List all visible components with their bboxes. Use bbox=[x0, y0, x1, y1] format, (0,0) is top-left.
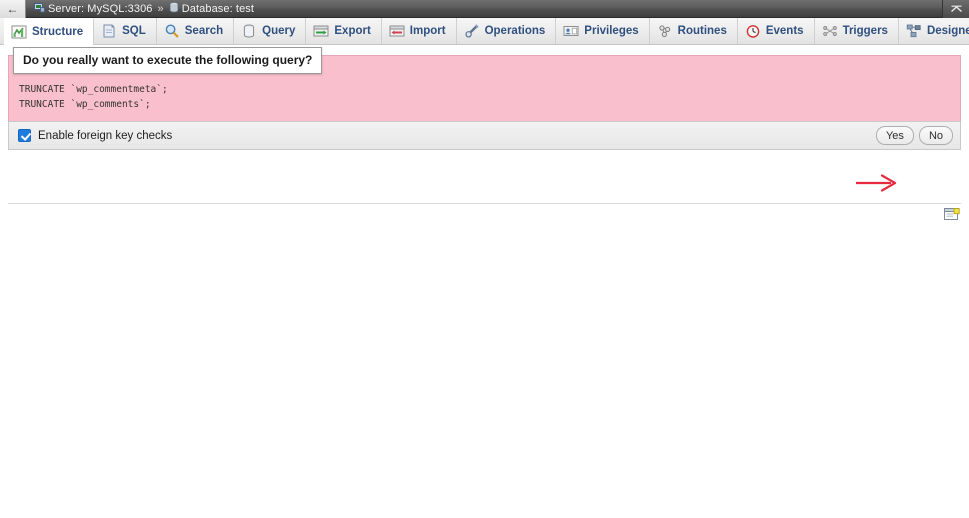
breadcrumb-separator: » bbox=[157, 2, 164, 15]
database-label: Database: test bbox=[181, 2, 255, 15]
tab-label: Triggers bbox=[842, 25, 888, 37]
foreign-key-checks-control[interactable]: Enable foreign key checks bbox=[18, 129, 172, 142]
window-titlebar: ← Server: MySQL:3306 » Database: test bbox=[0, 0, 969, 18]
tab-export[interactable]: Export bbox=[306, 18, 382, 44]
tab-label: Export bbox=[334, 25, 371, 37]
query-icon bbox=[241, 23, 257, 39]
privileges-icon bbox=[563, 23, 579, 39]
designer-icon bbox=[906, 23, 922, 39]
tab-sql[interactable]: SQL bbox=[94, 18, 157, 44]
tab-label: Privileges bbox=[584, 25, 639, 37]
sql-line: TRUNCATE `wp_commentmeta`; bbox=[19, 84, 168, 95]
annotation-arrow-icon bbox=[855, 173, 899, 193]
search-icon bbox=[164, 23, 180, 39]
foreign-key-checks-checkbox[interactable] bbox=[18, 129, 31, 142]
triggers-icon bbox=[822, 23, 838, 39]
confirm-action-bar: Enable foreign key checks Yes No bbox=[8, 121, 961, 150]
server-icon bbox=[34, 2, 45, 16]
structure-icon bbox=[11, 24, 27, 40]
console-window-icon[interactable] bbox=[944, 208, 960, 222]
sql-icon bbox=[101, 23, 117, 39]
confirm-question-text: Do you really want to execute the follow… bbox=[13, 47, 323, 74]
tab-events[interactable]: Events bbox=[738, 18, 815, 44]
tab-label: Query bbox=[262, 25, 296, 37]
no-button[interactable]: No bbox=[918, 126, 953, 145]
tab-label: Routines bbox=[677, 25, 727, 37]
back-arrow-icon[interactable]: ← bbox=[0, 0, 26, 18]
tab-label: SQL bbox=[122, 25, 146, 37]
tab-structure[interactable]: Structure bbox=[4, 18, 95, 45]
confirm-button-group: Yes No bbox=[875, 126, 953, 145]
sql-line: TRUNCATE `wp_comments`; bbox=[19, 98, 151, 110]
tab-label: Designer bbox=[926, 25, 969, 37]
chevron-up-icon[interactable] bbox=[942, 0, 969, 18]
tab-query[interactable]: Query bbox=[234, 18, 307, 44]
tab-designer[interactable]: Designer bbox=[899, 18, 969, 44]
breadcrumb: Server: MySQL:3306 » Database: test bbox=[26, 1, 255, 16]
tab-operations[interactable]: Operations bbox=[457, 18, 557, 44]
tab-label: Structure bbox=[32, 25, 84, 38]
tab-privileges[interactable]: Privileges bbox=[556, 18, 650, 44]
yes-button[interactable]: Yes bbox=[875, 126, 914, 145]
tab-label: Events bbox=[765, 25, 804, 37]
import-icon bbox=[389, 23, 405, 39]
tab-label: Operations bbox=[484, 25, 546, 37]
events-icon bbox=[745, 23, 761, 39]
tab-triggers[interactable]: Triggers bbox=[815, 18, 899, 44]
foreign-key-checks-label: Enable foreign key checks bbox=[38, 129, 173, 142]
operations-icon bbox=[464, 23, 480, 39]
tab-routines[interactable]: Routines bbox=[650, 18, 738, 44]
tab-search[interactable]: Search bbox=[157, 18, 235, 44]
main-tab-bar: Structure SQL Search Query Export Import… bbox=[0, 18, 969, 45]
tab-label: Import bbox=[409, 25, 446, 37]
tab-import[interactable]: Import bbox=[382, 18, 457, 44]
content-divider bbox=[8, 203, 961, 204]
export-icon bbox=[313, 23, 329, 39]
tab-label: Search bbox=[184, 25, 224, 37]
database-icon bbox=[169, 1, 179, 16]
routines-icon bbox=[657, 23, 673, 39]
page-content: TRUNCATE `wp_commentmeta`; TRUNCATE `wp_… bbox=[0, 45, 969, 518]
server-label: Server: MySQL:3306 bbox=[48, 2, 153, 15]
